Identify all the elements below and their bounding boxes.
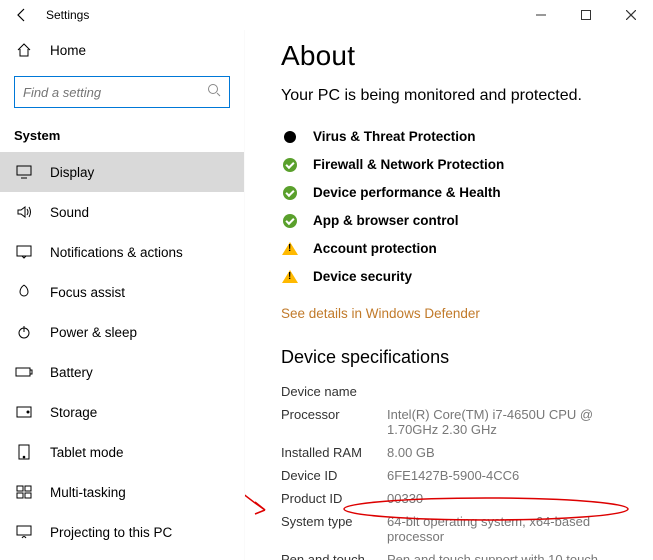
multitasking-icon bbox=[14, 482, 34, 502]
sidebar-item-sound[interactable]: Sound bbox=[0, 192, 244, 232]
sidebar-home[interactable]: Home bbox=[0, 30, 244, 70]
status-check-icon bbox=[281, 184, 299, 202]
spec-row-processor: ProcessorIntel(R) Core(TM) i7-4650U CPU … bbox=[281, 407, 617, 437]
sidebar-home-label: Home bbox=[50, 43, 86, 58]
sidebar-item-label: Tablet mode bbox=[50, 445, 124, 460]
spec-row-ram: Installed RAM8.00 GB bbox=[281, 445, 617, 460]
display-icon bbox=[14, 162, 34, 182]
security-status-list: Virus & Threat Protection Firewall & Net… bbox=[281, 123, 617, 291]
sidebar-item-label: Projecting to this PC bbox=[50, 525, 172, 540]
sidebar-item-notifications[interactable]: Notifications & actions bbox=[0, 232, 244, 272]
maximize-button[interactable] bbox=[563, 0, 608, 30]
annotation-arrow bbox=[245, 342, 285, 522]
spec-key: Product ID bbox=[281, 491, 387, 506]
battery-icon bbox=[14, 362, 34, 382]
notifications-icon bbox=[14, 242, 34, 262]
specs-table: Device name ProcessorIntel(R) Core(TM) i… bbox=[281, 384, 617, 560]
spec-key: Installed RAM bbox=[281, 445, 387, 460]
sidebar-item-label: Multi-tasking bbox=[50, 485, 126, 500]
home-icon bbox=[14, 40, 34, 60]
specs-title: Device specifications bbox=[281, 347, 617, 368]
sidebar-item-display[interactable]: Display bbox=[0, 152, 244, 192]
sidebar-item-battery[interactable]: Battery bbox=[0, 352, 244, 392]
spec-row-device-id: Device ID6FE1427B-5900-4CC6 bbox=[281, 468, 617, 483]
spec-value: 8.00 GB bbox=[387, 445, 617, 460]
search-input[interactable] bbox=[14, 76, 230, 108]
status-row: Firewall & Network Protection bbox=[281, 151, 617, 179]
power-icon bbox=[14, 322, 34, 342]
sidebar-item-shared-experiences[interactable]: Shared experiences bbox=[0, 552, 244, 560]
spec-row-product-id: Product ID00330 bbox=[281, 491, 617, 506]
sidebar-item-projecting[interactable]: Projecting to this PC bbox=[0, 512, 244, 552]
focus-assist-icon bbox=[14, 282, 34, 302]
status-row: Account protection bbox=[281, 235, 617, 263]
sidebar-item-tablet-mode[interactable]: Tablet mode bbox=[0, 432, 244, 472]
spec-key: Device name bbox=[281, 384, 387, 399]
search-field[interactable] bbox=[23, 85, 207, 100]
status-warn-icon bbox=[281, 268, 299, 286]
titlebar: Settings bbox=[0, 0, 653, 30]
spec-key: Pen and touch bbox=[281, 552, 387, 560]
sound-icon bbox=[14, 202, 34, 222]
sidebar-item-focus-assist[interactable]: Focus assist bbox=[0, 272, 244, 312]
sidebar-item-power-sleep[interactable]: Power & sleep bbox=[0, 312, 244, 352]
status-label: Device security bbox=[313, 269, 412, 284]
spec-value: 6FE1427B-5900-4CC6 bbox=[387, 468, 617, 483]
status-check-icon bbox=[281, 156, 299, 174]
status-label: Virus & Threat Protection bbox=[313, 129, 476, 144]
window-title: Settings bbox=[46, 8, 89, 22]
window-controls bbox=[518, 0, 653, 30]
sidebar-heading: System bbox=[0, 118, 244, 152]
spec-key: System type bbox=[281, 514, 387, 529]
close-button[interactable] bbox=[608, 0, 653, 30]
projecting-icon bbox=[14, 522, 34, 542]
search-icon bbox=[207, 83, 221, 102]
status-label: Firewall & Network Protection bbox=[313, 157, 504, 172]
spec-value: 00330 bbox=[387, 491, 617, 506]
content: About Your PC is being monitored and pro… bbox=[245, 30, 653, 560]
spec-value: 64-bit operating system, x64-based proce… bbox=[387, 514, 617, 544]
spec-key: Processor bbox=[281, 407, 387, 422]
spec-row-system-type: System type64-bit operating system, x64-… bbox=[281, 514, 617, 544]
page-title: About bbox=[281, 40, 617, 72]
sidebar-item-multitasking[interactable]: Multi-tasking bbox=[0, 472, 244, 512]
spec-key: Device ID bbox=[281, 468, 387, 483]
sidebar-item-label: Battery bbox=[50, 365, 93, 380]
status-label: Account protection bbox=[313, 241, 437, 256]
status-label: Device performance & Health bbox=[313, 185, 501, 200]
spec-value: Pen and touch support with 10 touch poin… bbox=[387, 552, 617, 560]
sidebar-item-label: Sound bbox=[50, 205, 89, 220]
status-dot-icon bbox=[281, 128, 299, 146]
back-button[interactable] bbox=[0, 0, 44, 30]
minimize-button[interactable] bbox=[518, 0, 563, 30]
sidebar-item-label: Storage bbox=[50, 405, 97, 420]
sidebar-item-label: Focus assist bbox=[50, 285, 125, 300]
status-row: Virus & Threat Protection bbox=[281, 123, 617, 151]
status-warn-icon bbox=[281, 240, 299, 258]
storage-icon bbox=[14, 402, 34, 422]
status-check-icon bbox=[281, 212, 299, 230]
status-row: App & browser control bbox=[281, 207, 617, 235]
sidebar-item-storage[interactable]: Storage bbox=[0, 392, 244, 432]
status-row: Device performance & Health bbox=[281, 179, 617, 207]
sidebar-item-label: Display bbox=[50, 165, 94, 180]
sidebar-item-label: Notifications & actions bbox=[50, 245, 183, 260]
status-label: App & browser control bbox=[313, 213, 459, 228]
defender-link[interactable]: See details in Windows Defender bbox=[281, 306, 480, 321]
status-row: Device security bbox=[281, 263, 617, 291]
sidebar: Home System Display Sound Notifications … bbox=[0, 30, 245, 560]
spec-row-device-name: Device name bbox=[281, 384, 617, 399]
spec-row-pen-touch: Pen and touchPen and touch support with … bbox=[281, 552, 617, 560]
tablet-icon bbox=[14, 442, 34, 462]
spec-value: Intel(R) Core(TM) i7-4650U CPU @ 1.70GHz… bbox=[387, 407, 617, 437]
page-subtitle: Your PC is being monitored and protected… bbox=[281, 86, 617, 107]
sidebar-item-label: Power & sleep bbox=[50, 325, 137, 340]
